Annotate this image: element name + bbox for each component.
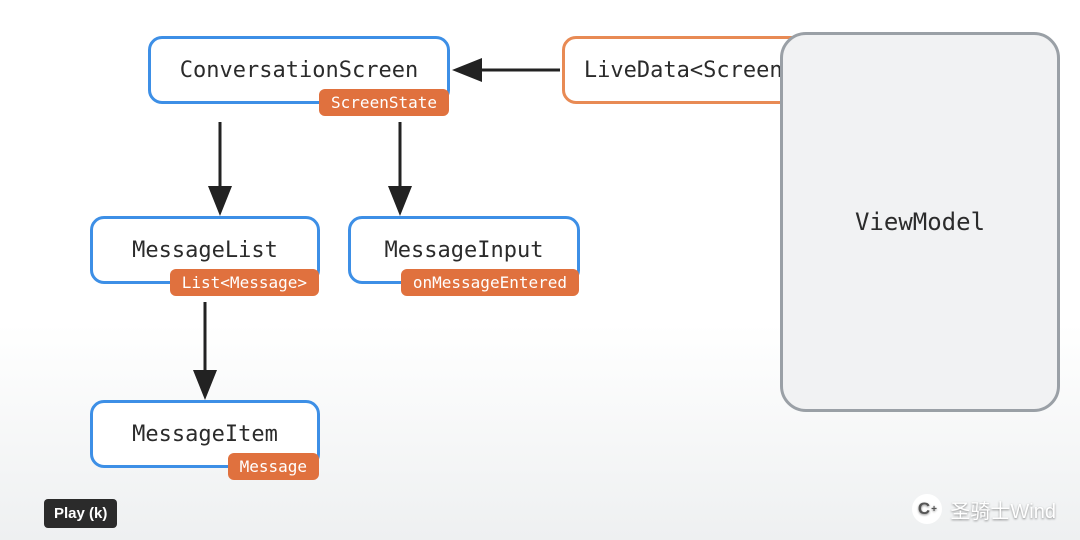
node-label: ConversationScreen — [180, 58, 418, 83]
node-label: MessageInput — [385, 238, 544, 263]
node-message-list: MessageList List<Message> — [90, 216, 320, 284]
node-label: MessageItem — [132, 422, 278, 447]
node-view-model: ViewModel — [780, 32, 1060, 412]
node-tag: List<Message> — [170, 269, 319, 296]
tooltip-text: Play (k) — [54, 505, 107, 522]
node-conversation-screen: ConversationScreen ScreenState — [148, 36, 450, 104]
node-tag: ScreenState — [319, 89, 449, 116]
node-tag: Message — [228, 453, 319, 480]
node-message-input: MessageInput onMessageEntered — [348, 216, 580, 284]
watermark-text: 圣骑士Wind — [950, 495, 1056, 524]
node-label: ViewModel — [855, 208, 985, 236]
node-label: MessageList — [132, 238, 278, 263]
wechat-icon: C+ — [912, 494, 942, 524]
play-tooltip: Play (k) — [44, 499, 117, 528]
watermark: C+ 圣骑士Wind — [912, 494, 1056, 524]
diagram-canvas: ConversationScreen ScreenState LiveData<… — [0, 0, 1080, 540]
node-message-item: MessageItem Message — [90, 400, 320, 468]
node-tag: onMessageEntered — [401, 269, 579, 296]
